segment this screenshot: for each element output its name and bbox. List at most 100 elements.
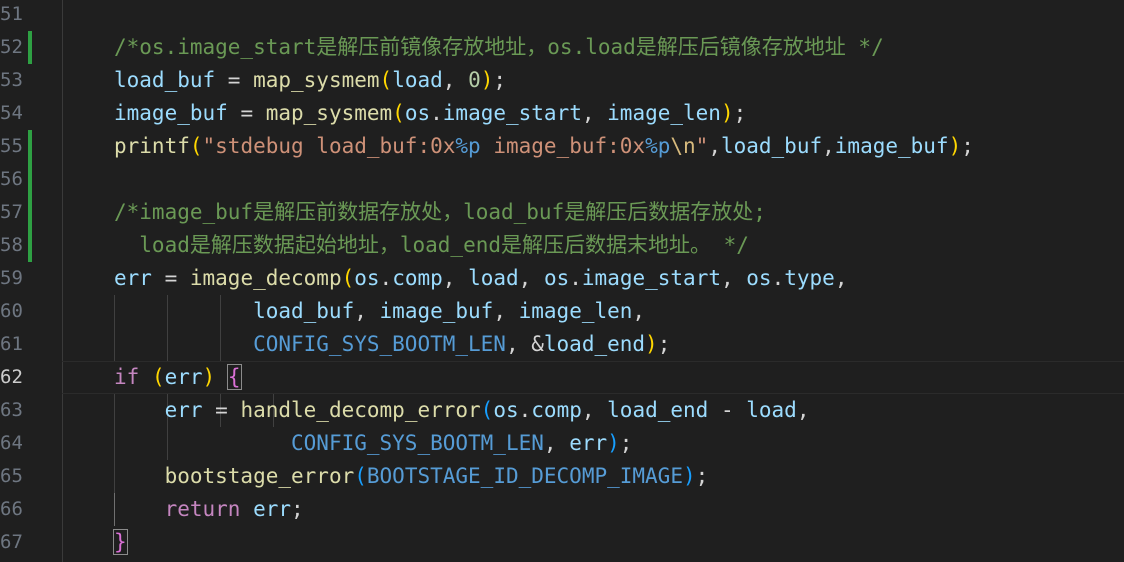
code-text: CONFIG_SYS_BOOTM_LEN, &load_end); <box>114 328 670 361</box>
code-token: /*image_buf是解压前数据存放处，load_buf是解压后数据存放处; <box>114 200 766 224</box>
line-number[interactable]: 57 <box>0 196 22 229</box>
code-token: . <box>430 101 443 125</box>
line-number[interactable]: 55 <box>0 130 22 163</box>
code-line[interactable]: 64 CONFIG_SYS_BOOTM_LEN, err); <box>0 427 1124 460</box>
code-line[interactable]: 57 /*image_buf是解压前数据存放处，load_buf是解压后数据存放处… <box>0 196 1124 229</box>
code-token: load <box>392 68 443 92</box>
code-line[interactable]: 54 image_buf = map_sysmem(os.image_start,… <box>0 97 1124 130</box>
code-line[interactable]: 62 if (err) { <box>0 361 1124 394</box>
code-token: err <box>164 365 203 389</box>
code-text: CONFIG_SYS_BOOTM_LEN, err); <box>114 427 632 460</box>
code-token: os <box>404 101 431 125</box>
code-text: load_buf = map_sysmem(load, 0); <box>114 64 506 97</box>
code-text: err = handle_decomp_error(os.comp, load_… <box>114 394 810 427</box>
code-line[interactable]: 65 bootstage_error(BOOTSTAGE_ID_DECOMP_I… <box>0 460 1124 493</box>
line-number[interactable]: 62 <box>0 361 22 394</box>
code-token: ) <box>682 464 696 488</box>
code-token: ; <box>961 134 974 158</box>
line-number[interactable]: 54 <box>0 97 22 130</box>
code-token: bootstage_error <box>164 464 355 488</box>
code-token: , <box>834 266 848 290</box>
code-token: image_start <box>581 266 721 290</box>
code-token: ; <box>695 464 709 488</box>
code-token: = <box>202 398 241 422</box>
code-token: ( <box>379 68 393 92</box>
code-text: } <box>113 526 128 559</box>
code-line[interactable]: 66 return err; <box>0 493 1124 526</box>
code-token: , <box>708 134 721 158</box>
line-number[interactable]: 63 <box>0 394 22 427</box>
code-token: ; <box>619 431 633 455</box>
code-token: comp <box>531 398 582 422</box>
code-token: os <box>354 266 380 290</box>
line-number[interactable]: 64 <box>0 427 22 460</box>
code-line[interactable]: 52 /*os.image_start是解压前镜像存放地址，os.load是解压后… <box>0 31 1124 64</box>
line-number[interactable]: 58 <box>0 229 22 262</box>
code-line[interactable]: 53 load_buf = map_sysmem(load, 0); <box>0 64 1124 97</box>
code-text: return err; <box>114 493 304 526</box>
code-token: ( <box>341 266 355 290</box>
line-number[interactable]: 67 <box>0 526 22 559</box>
code-token: CONFIG_SYS_BOOTM_LEN <box>291 431 544 455</box>
code-token: return <box>164 497 241 521</box>
code-line[interactable]: 63 err = handle_decomp_error(os.comp, lo… <box>0 394 1124 427</box>
code-token: image_buf <box>379 299 494 323</box>
code-token: err <box>114 266 152 290</box>
code-token: "stdebug load_buf:0x <box>202 134 456 158</box>
code-line[interactable]: 51 <box>0 0 1124 31</box>
code-line[interactable]: 60 load_buf, image_buf, image_len, <box>0 295 1124 328</box>
code-editor[interactable]: 51 52 /*os.image_start是解压前镜像存放地址，os.load是解… <box>0 0 1124 562</box>
code-token: handle_decomp_error <box>240 398 481 422</box>
code-token: \n <box>670 134 696 158</box>
code-line[interactable]: 58 load是解压数据起始地址，load_end是解压后数据末地址。 */ <box>0 229 1124 262</box>
code-token: err <box>569 431 608 455</box>
code-token: ; <box>657 332 671 356</box>
code-token: ) <box>202 365 216 389</box>
code-line[interactable]: 55 printf("stdebug load_buf:0x%p image_bu… <box>0 130 1124 163</box>
line-number[interactable]: 56 <box>0 163 22 196</box>
code-line[interactable]: 59 err = image_decomp(os.comp, load, os.i… <box>0 262 1124 295</box>
code-token: ) <box>948 134 962 158</box>
code-token: os <box>493 398 519 422</box>
git-added-indicator[interactable] <box>28 229 32 262</box>
code-token: , <box>581 101 608 125</box>
code-token: type <box>784 266 835 290</box>
code-token: , <box>632 299 646 323</box>
code-text: load_buf, image_buf, image_len, <box>114 295 645 328</box>
git-added-indicator[interactable] <box>28 163 32 196</box>
line-number[interactable]: 66 <box>0 493 22 526</box>
code-token: , <box>581 398 608 422</box>
line-number[interactable]: 59 <box>0 262 22 295</box>
code-token: , <box>442 68 469 92</box>
line-number[interactable]: 65 <box>0 460 22 493</box>
code-token: , <box>493 299 519 323</box>
code-token: ( <box>189 134 203 158</box>
code-token: . <box>771 266 785 290</box>
git-added-indicator[interactable] <box>28 130 32 163</box>
code-token: os <box>543 266 570 290</box>
line-number[interactable]: 52 <box>0 31 22 64</box>
code-token: err <box>253 497 292 521</box>
code-line[interactable]: 67} <box>0 526 1124 559</box>
code-token: , <box>518 266 544 290</box>
code-token: image_buf:0x <box>480 134 646 158</box>
line-number[interactable]: 51 <box>0 0 22 31</box>
line-number[interactable]: 61 <box>0 328 22 361</box>
line-number[interactable]: 53 <box>0 64 22 97</box>
line-number[interactable]: 60 <box>0 295 22 328</box>
code-token: load_end <box>543 332 646 356</box>
git-added-indicator[interactable] <box>28 31 32 64</box>
code-token: ( <box>392 101 405 125</box>
code-token: . <box>518 398 532 422</box>
code-token: = <box>227 101 266 125</box>
code-line[interactable]: 56 <box>0 163 1124 196</box>
code-token: " <box>695 134 709 158</box>
git-added-indicator[interactable] <box>28 196 32 229</box>
code-line[interactable]: 61 CONFIG_SYS_BOOTM_LEN, &load_end); <box>0 328 1124 361</box>
